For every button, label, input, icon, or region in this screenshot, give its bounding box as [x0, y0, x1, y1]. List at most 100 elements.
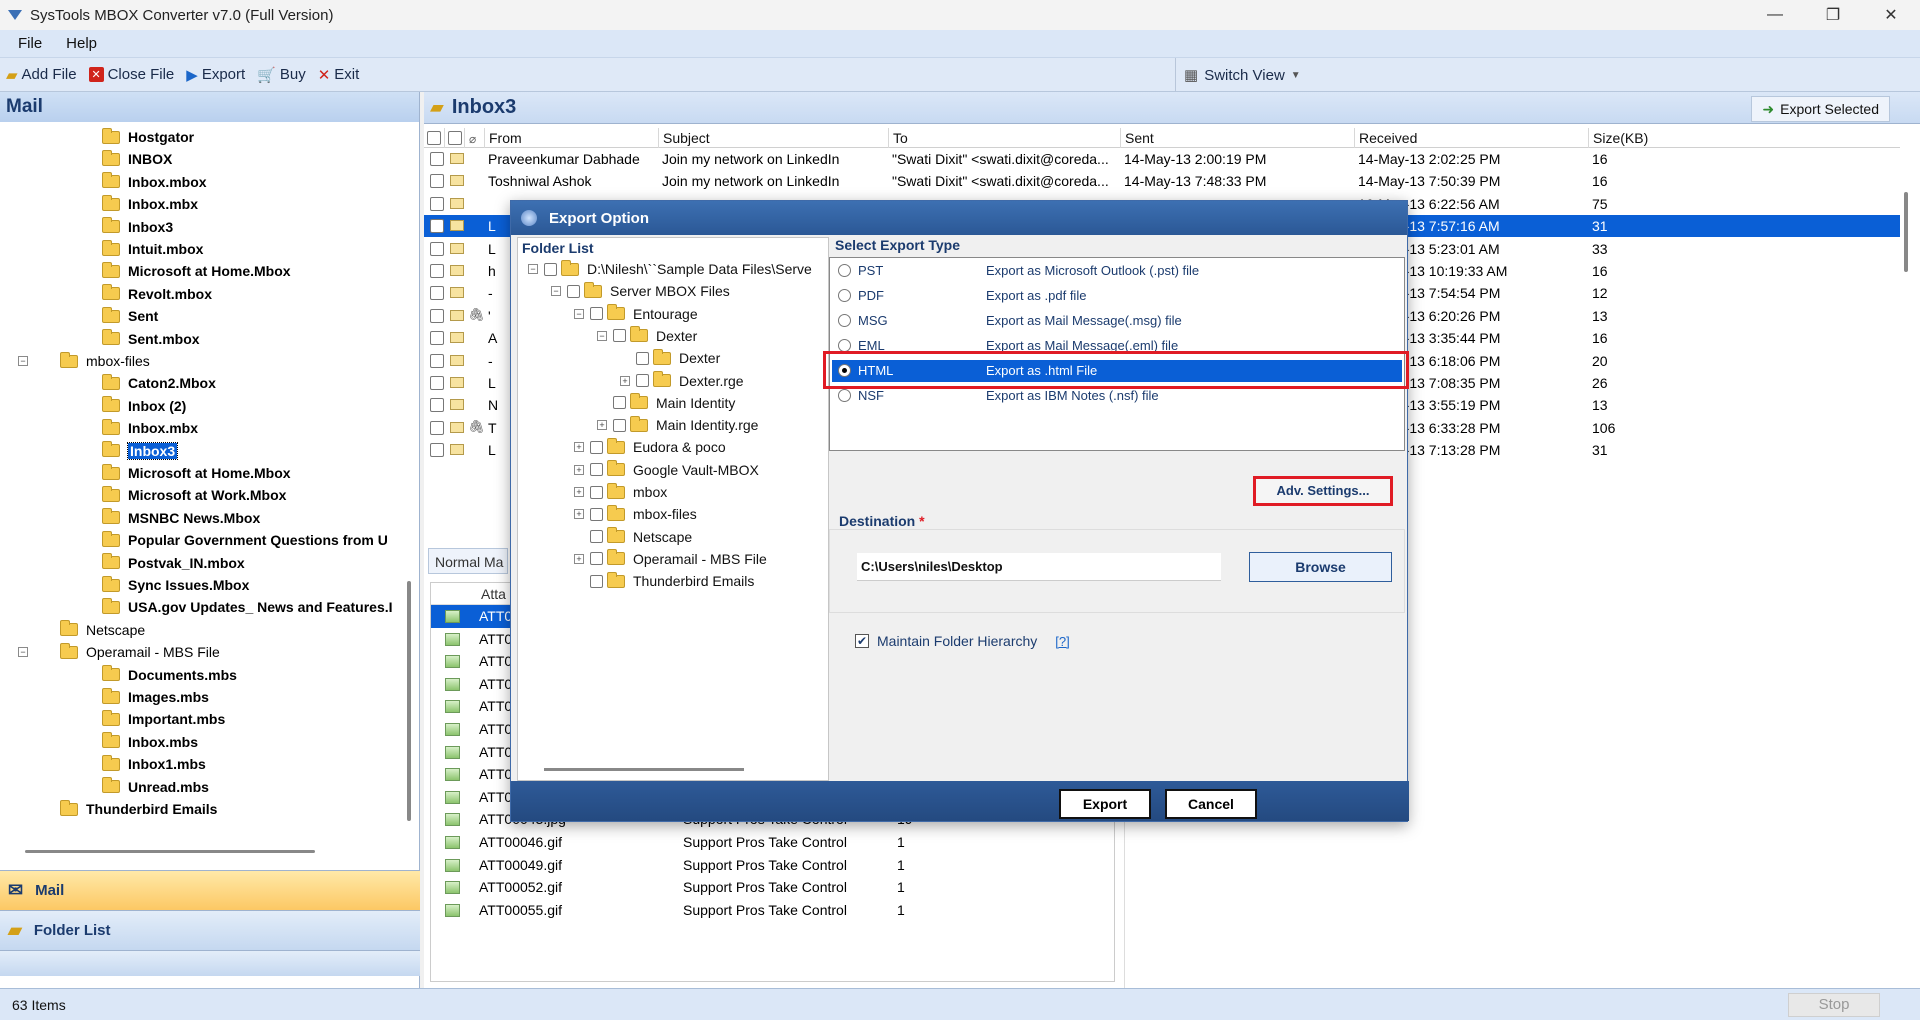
- folder-checkbox[interactable]: [613, 329, 626, 343]
- radio-button[interactable]: [838, 314, 851, 327]
- type-column[interactable]: [444, 128, 464, 148]
- export-tree-item[interactable]: Main Identity: [597, 392, 735, 414]
- tree-item[interactable]: Postvak_IN.mbox: [102, 552, 245, 574]
- close-file-button[interactable]: ✕ Close File: [88, 66, 174, 83]
- email-row-checkbox[interactable]: [430, 353, 444, 368]
- menu-help[interactable]: Help: [66, 35, 97, 52]
- tree-item[interactable]: Inbox.mbx: [102, 417, 198, 439]
- tree-item[interactable]: Inbox3: [102, 440, 179, 462]
- attachment-row[interactable]: ATT00052.gif Support Pros Take Control 1: [431, 876, 1114, 899]
- folder-list-horizontal-scrollbar[interactable]: [544, 768, 744, 771]
- tree-toggle-icon[interactable]: −: [528, 264, 538, 274]
- tree-item[interactable]: − mbox-files: [18, 350, 150, 372]
- minimize-button[interactable]: —: [1746, 0, 1804, 30]
- export-tree-item[interactable]: + Eudora & poco: [574, 436, 726, 458]
- export-tree-item[interactable]: Thunderbird Emails: [574, 570, 754, 592]
- tree-item[interactable]: Inbox (2): [102, 395, 186, 417]
- browse-button[interactable]: Browse: [1249, 552, 1392, 582]
- tree-item[interactable]: Important.mbs: [102, 708, 225, 730]
- radio-button[interactable]: [838, 289, 851, 302]
- tree-horizontal-scrollbar[interactable]: [25, 850, 315, 853]
- tree-item[interactable]: − Operamail - MBS File: [18, 641, 220, 663]
- folder-checkbox[interactable]: [544, 262, 557, 276]
- folder-checkbox[interactable]: [590, 530, 603, 544]
- tree-item[interactable]: INBOX: [102, 148, 172, 170]
- tree-item[interactable]: Sent: [102, 305, 158, 327]
- folder-checkbox[interactable]: [590, 440, 603, 454]
- tree-item[interactable]: Unread.mbs: [102, 776, 209, 798]
- export-selected-button[interactable]: ➜ Export Selected: [1751, 96, 1890, 122]
- export-type-msg[interactable]: MSG Export as Mail Message(.msg) file: [832, 310, 1402, 332]
- tree-toggle-icon[interactable]: +: [574, 553, 584, 564]
- cancel-button[interactable]: Cancel: [1165, 789, 1257, 819]
- export-tree-item[interactable]: + Main Identity.rge: [597, 414, 758, 436]
- collapse-toggle-icon[interactable]: −: [18, 356, 28, 366]
- export-tree-item[interactable]: + Google Vault-MBOX: [574, 459, 759, 481]
- maintain-hierarchy-checkbox[interactable]: ✔: [855, 634, 869, 648]
- tree-toggle-icon[interactable]: +: [574, 442, 584, 453]
- email-row-checkbox[interactable]: [430, 196, 444, 211]
- attachment-row[interactable]: ATT00055.gif Support Pros Take Control 1: [431, 899, 1114, 922]
- stop-button[interactable]: Stop: [1788, 993, 1880, 1017]
- tree-item[interactable]: Inbox.mbs: [102, 731, 198, 753]
- export-tree-item[interactable]: + mbox-files: [574, 503, 697, 525]
- attachment-column[interactable]: ⌀: [464, 128, 484, 148]
- destination-path-field[interactable]: [857, 553, 1221, 581]
- tree-toggle-icon[interactable]: −: [597, 330, 607, 341]
- nav-mail-button[interactable]: ✉ Mail: [0, 870, 420, 910]
- exit-button[interactable]: ✕ Exit: [318, 66, 360, 84]
- radio-button[interactable]: [838, 264, 851, 277]
- maximize-button[interactable]: ❐: [1804, 0, 1862, 30]
- tree-item[interactable]: MSNBC News.Mbox: [102, 507, 260, 529]
- tree-item[interactable]: Microsoft at Work.Mbox: [102, 484, 286, 506]
- tree-toggle-icon[interactable]: +: [574, 487, 584, 497]
- advanced-settings-button[interactable]: Adv. Settings...: [1253, 476, 1393, 506]
- email-row-checkbox[interactable]: [430, 331, 444, 346]
- export-tree-item[interactable]: + Dexter.rge: [620, 370, 744, 392]
- folder-checkbox[interactable]: [590, 463, 603, 477]
- export-tree-item[interactable]: Netscape: [574, 526, 692, 548]
- export-tree-item[interactable]: − D:\Nilesh\``Sample Data Files\Serve: [528, 258, 812, 280]
- tree-item[interactable]: Documents.mbs: [102, 664, 237, 686]
- export-dialog-button[interactable]: Export: [1059, 789, 1151, 819]
- tree-item[interactable]: Inbox3: [102, 216, 173, 238]
- folder-checkbox[interactable]: [613, 396, 626, 410]
- email-row-checkbox[interactable]: [430, 398, 444, 413]
- tree-item[interactable]: Inbox1.mbs: [102, 753, 206, 775]
- folder-checkbox[interactable]: [636, 374, 649, 387]
- column-size[interactable]: Size(KB): [1588, 128, 1838, 148]
- column-subject[interactable]: Subject: [658, 128, 888, 148]
- column-sent[interactable]: Sent: [1120, 128, 1354, 148]
- export-tree-item[interactable]: + Operamail - MBS File: [574, 548, 767, 570]
- switch-view-button[interactable]: ▦ Switch View ▼: [1175, 58, 1301, 92]
- tree-toggle-icon[interactable]: −: [551, 286, 561, 297]
- export-button[interactable]: ▶ Export: [186, 66, 245, 84]
- tree-item[interactable]: USA.gov Updates_ News and Features.I: [102, 596, 393, 618]
- export-tree-item[interactable]: + mbox: [574, 481, 667, 503]
- radio-button[interactable]: [838, 389, 851, 402]
- folder-checkbox[interactable]: [590, 552, 603, 566]
- export-tree-item[interactable]: − Server MBOX Files: [551, 280, 730, 302]
- tree-item[interactable]: Microsoft at Home.Mbox: [102, 260, 291, 282]
- export-tree-item[interactable]: Dexter: [620, 347, 720, 369]
- export-tree-item[interactable]: − Entourage: [574, 303, 698, 325]
- tree-item[interactable]: Thunderbird Emails: [60, 798, 217, 820]
- email-row-checkbox[interactable]: [430, 420, 444, 435]
- close-window-button[interactable]: ✕: [1862, 0, 1920, 30]
- folder-checkbox[interactable]: [567, 284, 580, 298]
- tree-item[interactable]: Inbox.mbx: [102, 193, 198, 215]
- email-row-checkbox[interactable]: [430, 286, 444, 301]
- email-row-checkbox[interactable]: [430, 308, 444, 323]
- tree-item[interactable]: Netscape: [60, 619, 145, 641]
- column-to[interactable]: To: [888, 128, 1120, 148]
- email-row-checkbox[interactable]: [430, 376, 444, 390]
- tree-toggle-icon[interactable]: −: [574, 308, 584, 319]
- menu-file[interactable]: File: [18, 35, 42, 52]
- email-row-checkbox[interactable]: [430, 152, 444, 166]
- email-row-checkbox[interactable]: [430, 219, 444, 234]
- folder-checkbox[interactable]: [613, 418, 626, 432]
- tree-scrollbar[interactable]: [404, 126, 416, 926]
- folder-checkbox[interactable]: [636, 351, 649, 365]
- column-received[interactable]: Received: [1354, 128, 1588, 148]
- export-type-pdf[interactable]: PDF Export as .pdf file: [832, 285, 1402, 307]
